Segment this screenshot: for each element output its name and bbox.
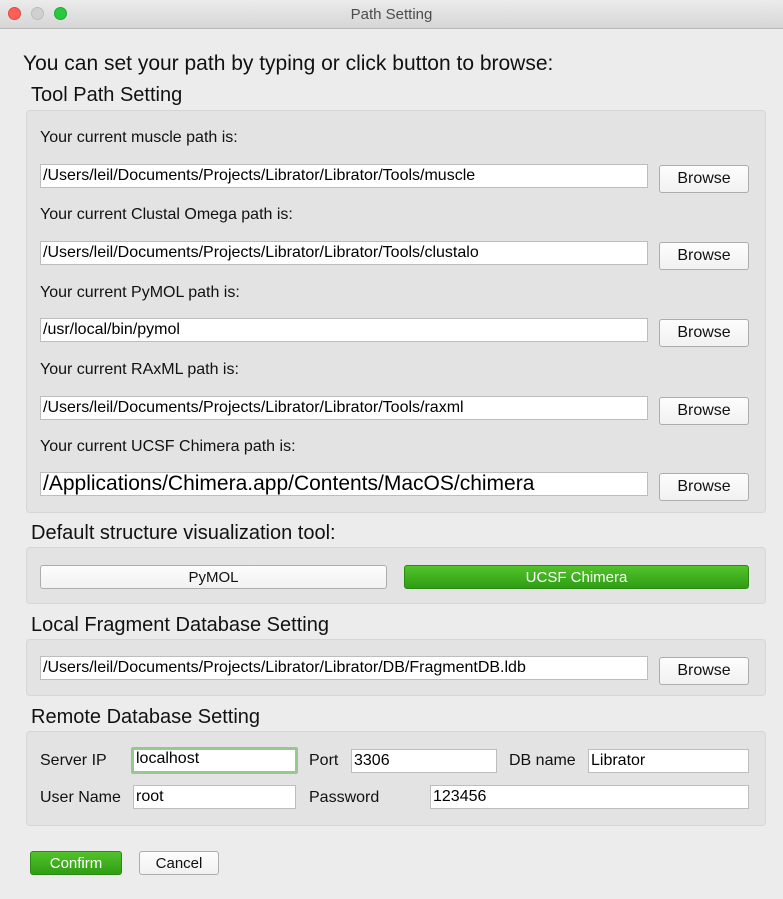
clustal-path-label: Your current Clustal Omega path is: [40, 206, 293, 223]
muscle-browse-button[interactable]: Browse [659, 165, 749, 193]
port-label: Port [309, 752, 339, 769]
chimera-browse-button[interactable]: Browse [659, 473, 749, 501]
ucsf-chimera-option-button[interactable]: UCSF Chimera [404, 565, 749, 589]
user-name-label: User Name [40, 789, 121, 806]
pymol-browse-button[interactable]: Browse [659, 319, 749, 347]
port-input[interactable]: 3306 [351, 749, 497, 773]
remote-db-group [26, 731, 766, 826]
confirm-button[interactable]: Confirm [30, 851, 122, 875]
cancel-button[interactable]: Cancel [139, 851, 219, 875]
password-label: Password [309, 789, 380, 806]
server-ip-label: Server IP [40, 752, 107, 769]
chimera-path-input[interactable]: /Applications/Chimera.app/Contents/MacOS… [40, 472, 648, 496]
intro-text: You can set your path by typing or click… [23, 52, 554, 75]
window-titlebar: Path Setting [0, 0, 783, 29]
window-title: Path Setting [350, 6, 433, 23]
clustal-path-input[interactable]: /Users/leil/Documents/Projects/Librator/… [40, 241, 648, 265]
user-name-input[interactable]: root [133, 785, 296, 809]
fragment-db-path-input[interactable]: /Users/leil/Documents/Projects/Librator/… [40, 656, 648, 680]
remote-db-section-title: Remote Database Setting [31, 706, 261, 728]
db-name-input[interactable]: Librator [588, 749, 749, 773]
chimera-path-label: Your current UCSF Chimera path is: [40, 438, 296, 455]
muscle-path-label: Your current muscle path is: [40, 129, 238, 146]
clustal-browse-button[interactable]: Browse [659, 242, 749, 270]
password-input[interactable]: 123456 [430, 785, 749, 809]
pymol-path-input[interactable]: /usr/local/bin/pymol [40, 318, 648, 342]
server-ip-input[interactable]: localhost [131, 747, 298, 774]
muscle-path-input[interactable]: /Users/leil/Documents/Projects/Librator/… [40, 164, 648, 188]
pymol-option-button[interactable]: PyMOL [40, 565, 387, 589]
raxml-browse-button[interactable]: Browse [659, 397, 749, 425]
fragment-db-section-title: Local Fragment Database Setting [31, 614, 329, 636]
tool-path-section-title: Tool Path Setting [31, 84, 183, 106]
raxml-path-input[interactable]: /Users/leil/Documents/Projects/Librator/… [40, 396, 648, 420]
raxml-path-label: Your current RAxML path is: [40, 361, 239, 378]
db-name-label: DB name [509, 752, 576, 769]
viz-tool-section-title: Default structure visualization tool: [31, 522, 336, 544]
fragment-db-browse-button[interactable]: Browse [659, 657, 749, 685]
pymol-path-label: Your current PyMOL path is: [40, 284, 240, 301]
